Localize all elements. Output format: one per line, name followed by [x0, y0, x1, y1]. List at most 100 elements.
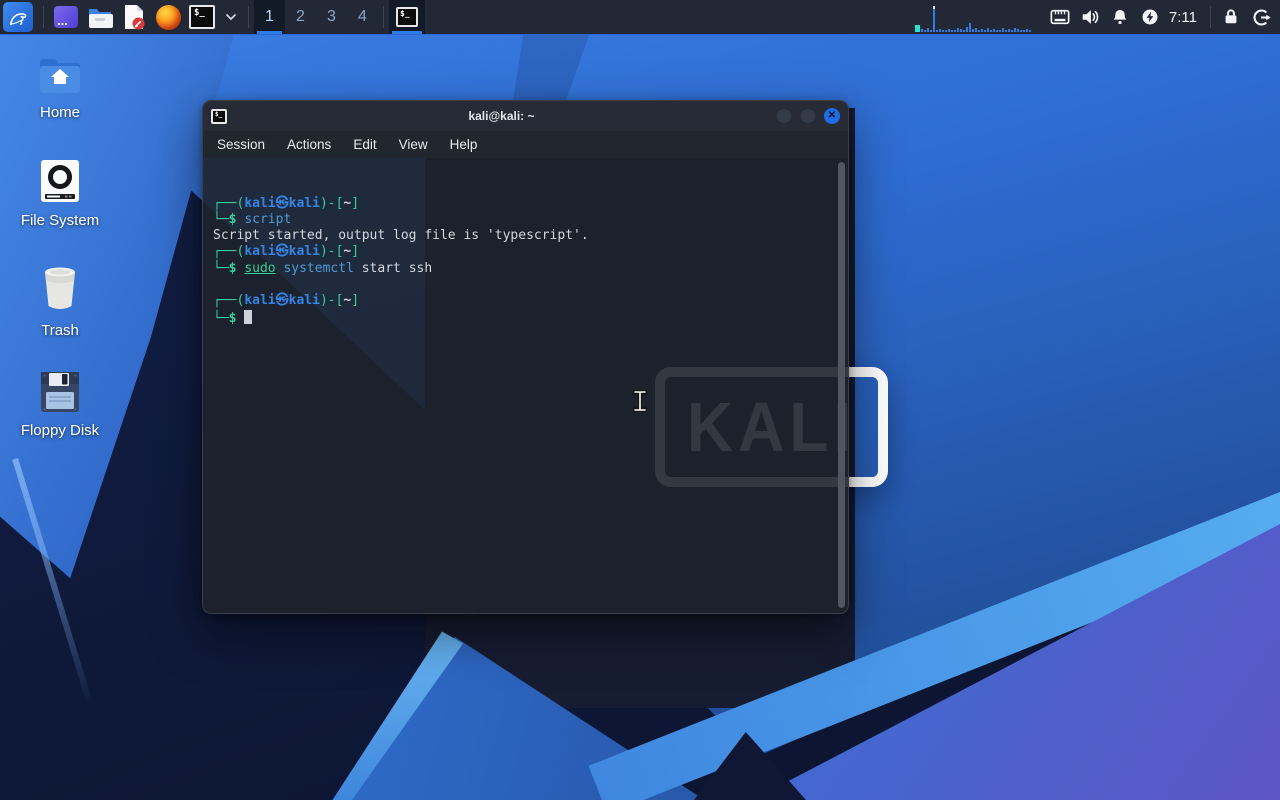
kali-dragon-icon: [9, 13, 27, 26]
power-manager-icon: [1142, 9, 1158, 25]
firefox-launcher[interactable]: [154, 3, 182, 31]
panel-separator: [248, 6, 249, 28]
kali-menu-button[interactable]: [3, 2, 33, 32]
window-titlebar[interactable]: $_ kali@kali: ~ ✕: [203, 101, 848, 131]
volume-icon: [1082, 10, 1099, 24]
cpu-bar: [923, 30, 926, 32]
window-terminal-icon: $_: [211, 108, 227, 124]
terminal-window: $_ kali@kali: ~ ✕ Session Actions Edit V…: [202, 100, 849, 614]
menu-edit[interactable]: Edit: [353, 137, 376, 152]
terminal-viewport[interactable]: ┌──(kali㉿kali)-[~] └─$ script Script start…: [203, 158, 848, 613]
home-folder-icon: [40, 59, 80, 93]
ibeam-mouse-cursor: [633, 390, 647, 412]
cpu-bar: [944, 30, 947, 32]
menu-view[interactable]: View: [399, 137, 428, 152]
terminal-dropdown[interactable]: [222, 3, 240, 31]
cpu-bar: [914, 25, 920, 32]
terminal-launcher[interactable]: $_: [188, 3, 216, 31]
floppy-disk-icon: [41, 372, 79, 412]
window-menubar: Session Actions Edit View Help: [203, 131, 848, 158]
cpu-bar: [1016, 29, 1019, 32]
cpu-bar: [983, 30, 986, 32]
notifications-tray-button[interactable]: [1105, 0, 1135, 34]
cpu-bar: [956, 28, 959, 32]
desktop-icon-home[interactable]: Home: [10, 56, 110, 121]
lock-screen-button[interactable]: [1216, 0, 1246, 34]
clock[interactable]: 7:11: [1165, 9, 1205, 26]
menu-help[interactable]: Help: [450, 137, 478, 152]
folder-icon: [89, 9, 113, 28]
cpu-bar: [1007, 29, 1010, 32]
cpu-bar: [932, 6, 935, 32]
network-tray-button[interactable]: [1045, 0, 1075, 34]
cpu-bar: [959, 29, 962, 32]
desktop-icon-file-system[interactable]: File System: [10, 158, 110, 229]
logout-button[interactable]: [1246, 0, 1276, 34]
cpu-bar: [986, 28, 989, 32]
workspace-button-4[interactable]: 4: [347, 0, 378, 34]
window-title: kali@kali: ~: [468, 109, 535, 123]
cpu-bar: [1019, 30, 1022, 32]
cpu-bar: [992, 29, 995, 32]
top-panel: $_ 1 2 3 4 $_ 7:11: [0, 0, 1280, 35]
cpu-bar: [989, 30, 992, 32]
cpu-graph[interactable]: [913, 0, 1045, 34]
terminal-cursor: [244, 309, 253, 324]
firefox-icon: [155, 4, 181, 30]
cpu-bar: [941, 30, 944, 32]
cpu-bar: [1025, 29, 1028, 32]
close-button[interactable]: ✕: [824, 108, 840, 124]
desktop-icon-floppy-disk[interactable]: Floppy Disk: [10, 370, 110, 439]
workspace-button-1[interactable]: 1: [254, 0, 285, 34]
logout-icon: [1253, 8, 1271, 26]
cpu-bar: [1022, 30, 1025, 32]
workspace-label: 4: [358, 8, 367, 25]
scrollbar-handle[interactable]: [838, 162, 845, 608]
workspace-button-2[interactable]: 2: [285, 0, 316, 34]
terminal-icon: $_: [189, 5, 215, 29]
workspace-label: 1: [265, 8, 274, 25]
text-editor-launcher[interactable]: [120, 3, 148, 31]
maximize-button[interactable]: [800, 108, 816, 124]
workspace-label: 3: [327, 8, 336, 25]
cpu-bar: [971, 29, 974, 32]
network-icon: [1050, 9, 1070, 25]
desktop-icon-label: Floppy Disk: [20, 422, 100, 439]
desktop-icon-label: Trash: [41, 322, 79, 339]
workspace-label: 2: [296, 8, 305, 25]
power-manager-tray-button[interactable]: [1135, 0, 1165, 34]
cpu-bar: [995, 30, 998, 32]
cpu-bar: [998, 30, 1001, 32]
text-editor-icon: [125, 5, 145, 30]
cpu-bar: [1028, 30, 1031, 32]
cpu-bar: [980, 29, 983, 32]
volume-tray-button[interactable]: [1075, 0, 1105, 34]
cpu-bar: [1001, 28, 1004, 32]
trash-icon: [45, 267, 75, 309]
cpu-bar: [935, 30, 938, 32]
cpu-bar: [962, 30, 965, 32]
menu-session[interactable]: Session: [217, 137, 265, 152]
minimize-button[interactable]: [776, 108, 792, 124]
menu-actions[interactable]: Actions: [287, 137, 331, 152]
cpu-bar: [953, 30, 956, 32]
cpu-bar: [977, 30, 980, 32]
file-system-drive-icon: [41, 160, 79, 202]
workspace-button-3[interactable]: 3: [316, 0, 347, 34]
cpu-bar: [1013, 28, 1016, 32]
file-manager-launcher[interactable]: [86, 3, 114, 31]
show-desktop-icon: [54, 6, 78, 28]
cpu-bar: [947, 29, 950, 32]
terminal-icon: $_: [396, 7, 418, 27]
panel-separator: [1210, 6, 1211, 28]
window-list-terminal-button[interactable]: $_: [389, 0, 425, 34]
cpu-bar: [965, 27, 968, 32]
desktop[interactable]: KALI: [0, 0, 1280, 800]
cpu-bar: [1010, 30, 1013, 32]
cpu-bar: [926, 28, 929, 32]
cpu-bar: [950, 30, 953, 32]
desktop-icon-trash[interactable]: Trash: [10, 262, 110, 339]
cpu-bar: [929, 30, 932, 32]
show-desktop-launcher[interactable]: [52, 3, 80, 31]
cpu-bar: [938, 29, 941, 32]
